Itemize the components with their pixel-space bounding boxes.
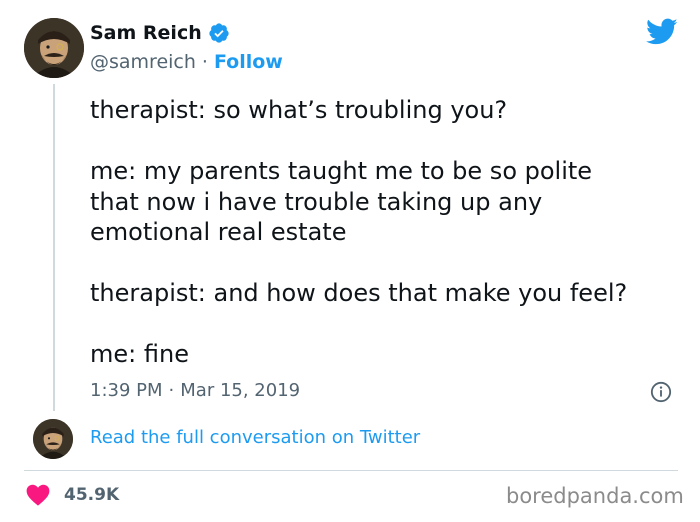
timestamp-separator: · xyxy=(168,380,175,401)
info-icon[interactable] xyxy=(650,381,672,403)
author-name-row: Sam Reich xyxy=(90,22,230,44)
separator-dot: · xyxy=(201,51,208,73)
avatar-image xyxy=(24,18,84,78)
tweet-date: Mar 15, 2019 xyxy=(180,380,301,401)
author-handle[interactable]: @samreich xyxy=(90,51,196,73)
tweet-line: me: my parents taught me to be so polite xyxy=(90,157,593,185)
read-conversation-link[interactable]: Read the full conversation on Twitter xyxy=(90,427,420,448)
tweet-time: 1:39 PM xyxy=(90,380,163,401)
heart-icon[interactable] xyxy=(26,484,50,506)
follow-button[interactable]: Follow xyxy=(214,51,283,73)
verified-badge-icon xyxy=(209,23,229,43)
tweet-timestamp[interactable]: 1:39 PM · Mar 15, 2019 xyxy=(90,380,300,401)
tweet-line: therapist: so what’s troubling you? xyxy=(90,96,508,124)
author-handle-row: @samreich · Follow xyxy=(90,51,283,73)
thread-line xyxy=(53,84,55,411)
avatar-image xyxy=(33,419,73,459)
divider xyxy=(24,470,678,471)
tweet-body: therapist: so what’s troubling you? me: … xyxy=(90,95,690,370)
like-count: 45.9K xyxy=(64,485,120,505)
twitter-bird-icon[interactable] xyxy=(646,18,678,46)
tweet-line: emotional real estate xyxy=(90,218,347,246)
tweet-line: therapist: and how does that make you fe… xyxy=(90,279,628,307)
reply-avatar[interactable] xyxy=(33,419,73,459)
tweet-line: me: fine xyxy=(90,340,189,368)
author-avatar[interactable] xyxy=(24,18,84,78)
like-action[interactable]: 45.9K xyxy=(26,484,119,506)
watermark: boredpanda.com xyxy=(506,484,684,508)
author-name[interactable]: Sam Reich xyxy=(90,22,202,44)
tweet-line: that now i have trouble taking up any xyxy=(90,187,543,216)
